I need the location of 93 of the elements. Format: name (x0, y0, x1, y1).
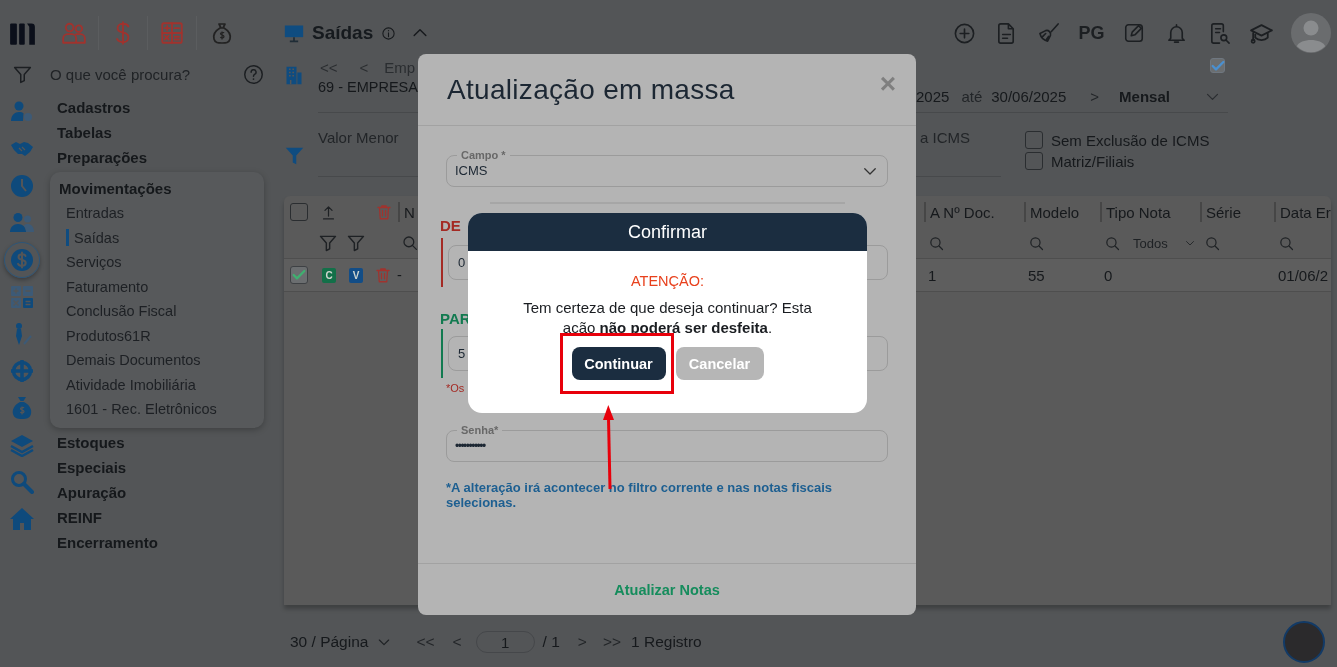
continue-button[interactable]: Continuar (571, 347, 666, 380)
password-field[interactable]: Senha* ••••••••••• (446, 424, 888, 462)
column-header[interactable]: A Nº Doc. (930, 203, 995, 221)
menu-item[interactable]: Preparações (44, 145, 284, 170)
filter-icon[interactable] (284, 145, 305, 166)
row-checkbox[interactable] (290, 266, 308, 284)
menu-item[interactable]: Apuração (44, 479, 284, 505)
last-page-button[interactable]: >> (602, 633, 621, 651)
settings-checkbox[interactable] (1210, 58, 1225, 73)
note-type-select[interactable]: Todos (1133, 235, 1168, 251)
checkbox[interactable] (1025, 152, 1043, 170)
submenu-item[interactable]: Serviços (66, 254, 122, 271)
column-header[interactable]: Modelo (1030, 203, 1080, 221)
start-date[interactable]: 2025 (916, 87, 950, 105)
submenu-item[interactable]: Faturamento (66, 278, 149, 295)
record-count: 1 Registro (631, 633, 702, 651)
period-mode-select[interactable]: Mensal (1119, 87, 1170, 105)
field-select[interactable]: Campo * ICMS (446, 149, 888, 187)
first-company-button[interactable]: << (320, 59, 338, 76)
home-icon[interactable] (10, 506, 34, 531)
first-page-button[interactable]: << (416, 633, 435, 651)
end-date[interactable]: 30/06/2025 (991, 87, 1067, 105)
menu-item[interactable]: Encerramento (44, 529, 284, 555)
filter-icon[interactable] (318, 233, 338, 253)
column-header[interactable]: N (404, 203, 415, 221)
status-badge: C (322, 267, 336, 283)
column-header[interactable]: Série (1206, 203, 1242, 221)
trash-icon[interactable] (374, 266, 392, 284)
column-header[interactable]: Data Er (1280, 203, 1331, 221)
checkbox-label: Matriz/Filiais (1051, 152, 1135, 170)
update-notes-button[interactable]: Atualizar Notas (614, 581, 720, 598)
dialog-title: Confirmar (628, 221, 707, 243)
help-icon[interactable] (243, 63, 264, 85)
clock-icon[interactable] (10, 173, 34, 198)
monitor-icon (284, 23, 304, 43)
menu-item[interactable]: REINF (44, 504, 284, 530)
submenu-item[interactable]: 1601 - Rec. Eletrônicos (66, 401, 217, 418)
page-total: / 1 (542, 633, 560, 651)
search-icon[interactable] (401, 234, 419, 252)
confirm-message: Tem certeza de que deseja continuar? Esta ação não poderá ser desfeita. (522, 298, 813, 338)
add-icon[interactable] (952, 21, 976, 45)
submenu-item[interactable]: Entradas (66, 205, 125, 222)
menu-item[interactable]: Cadastros (44, 95, 284, 120)
next-period-button[interactable]: > (1090, 87, 1100, 105)
hint-text: *Os (446, 382, 465, 394)
page-title: Saídas (312, 22, 374, 44)
crosshair-icon[interactable] (10, 358, 34, 383)
table-cell: 0 (1104, 266, 1113, 284)
previous-page-button[interactable]: < (452, 633, 462, 651)
filter-icon[interactable] (346, 233, 366, 253)
column-header[interactable]: Tipo Nota (1106, 203, 1171, 221)
status-badge: V (349, 267, 363, 283)
modal-title: Atualização em massa (447, 73, 735, 106)
submenu-item[interactable]: Produtos61R (66, 327, 151, 344)
submenu-item[interactable]: Atividade Imobiliária (66, 376, 196, 393)
menu-item[interactable]: Estoques (44, 429, 284, 455)
submenu-item[interactable]: Conclusão Fiscal (66, 303, 177, 320)
close-button[interactable]: × (879, 67, 896, 100)
assistant-avatar[interactable] (1283, 621, 1325, 663)
edit-icon[interactable] (1123, 22, 1146, 44)
company-name: 69 - EMPRESA (318, 79, 418, 95)
table-cell: 55 (1028, 266, 1045, 284)
people-icon[interactable] (61, 20, 87, 46)
table-cell: 01/06/2 (1278, 266, 1329, 284)
checkbox-label: Sem Exclusão de ICMS (1051, 131, 1210, 149)
info-icon[interactable] (381, 25, 397, 41)
next-page-button[interactable]: > (577, 633, 587, 651)
section-label: DE (440, 217, 461, 234)
select-all-checkbox[interactable] (290, 203, 308, 221)
building-icon (284, 65, 304, 85)
submenu-item[interactable]: Saídas (74, 229, 120, 246)
upload-icon[interactable] (320, 203, 337, 221)
broom-icon[interactable] (1037, 21, 1061, 45)
users-icon[interactable] (10, 210, 34, 235)
dollar-icon[interactable] (10, 247, 34, 272)
page-size-select[interactable]: 30 / Página (290, 633, 369, 651)
calculator-icon[interactable] (10, 284, 34, 309)
checkbox[interactable] (1025, 131, 1043, 149)
layers-icon[interactable] (10, 432, 34, 457)
money-bag-icon[interactable] (10, 395, 34, 420)
warning-label: ATENÇÃO: (630, 273, 704, 289)
calculator-icon[interactable] (159, 20, 185, 46)
user-avatar[interactable] (1290, 13, 1331, 53)
table-cell: 1 (928, 266, 937, 284)
filter-icon[interactable] (11, 64, 33, 85)
cancel-button[interactable]: Cancelar (675, 347, 764, 380)
submenu-item[interactable]: Demais Documentos (66, 352, 201, 369)
user-gear-icon[interactable] (10, 99, 34, 124)
previous-company-button[interactable]: < (359, 59, 369, 76)
menu-item[interactable]: Tabelas (44, 120, 284, 145)
menu-item[interactable]: Movimentações (50, 176, 264, 201)
table-cell: - (397, 267, 402, 283)
menu-item[interactable]: Especiais (44, 454, 284, 480)
